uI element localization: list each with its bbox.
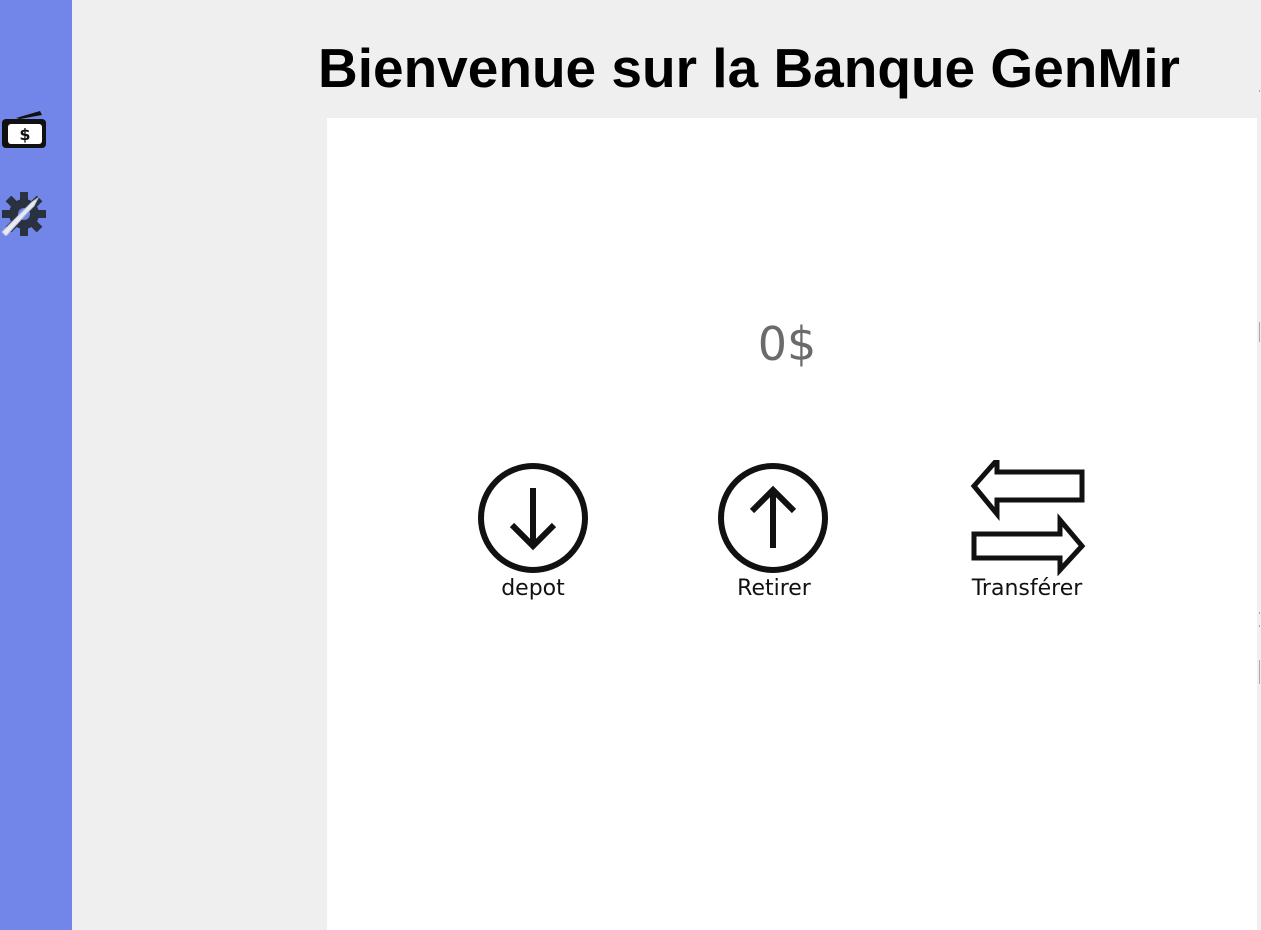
deposit-button[interactable]: depot <box>474 462 592 606</box>
deposit-label: depot <box>501 576 565 601</box>
settings-wrench-gear-icon <box>1 192 46 236</box>
edge-tick <box>1259 90 1260 92</box>
window-edge <box>1257 118 1261 930</box>
withdraw-label: Retirer <box>737 576 811 601</box>
transfer-arrows-icon <box>970 460 1086 576</box>
svg-text:$: $ <box>19 125 30 144</box>
edge-tick <box>1259 612 1260 614</box>
edge-tick <box>1259 625 1260 627</box>
account-balance: 0$ <box>757 317 817 371</box>
edge-tick <box>1259 322 1260 342</box>
edge-tick <box>1259 660 1260 684</box>
withdraw-button[interactable]: Retirer <box>714 462 834 606</box>
wallet-button[interactable]: $ <box>0 108 50 156</box>
page-title: Bienvenue sur la Banque GenMir <box>318 37 1180 99</box>
arrow-down-circle-icon <box>478 463 588 573</box>
wallet-dollar-icon: $ <box>2 111 46 148</box>
sidebar: $ <box>0 0 72 930</box>
settings-button[interactable] <box>0 188 50 236</box>
transfer-button[interactable]: Transférer <box>952 460 1102 606</box>
transfer-label: Transférer <box>971 576 1083 601</box>
arrow-up-circle-icon <box>718 463 828 573</box>
